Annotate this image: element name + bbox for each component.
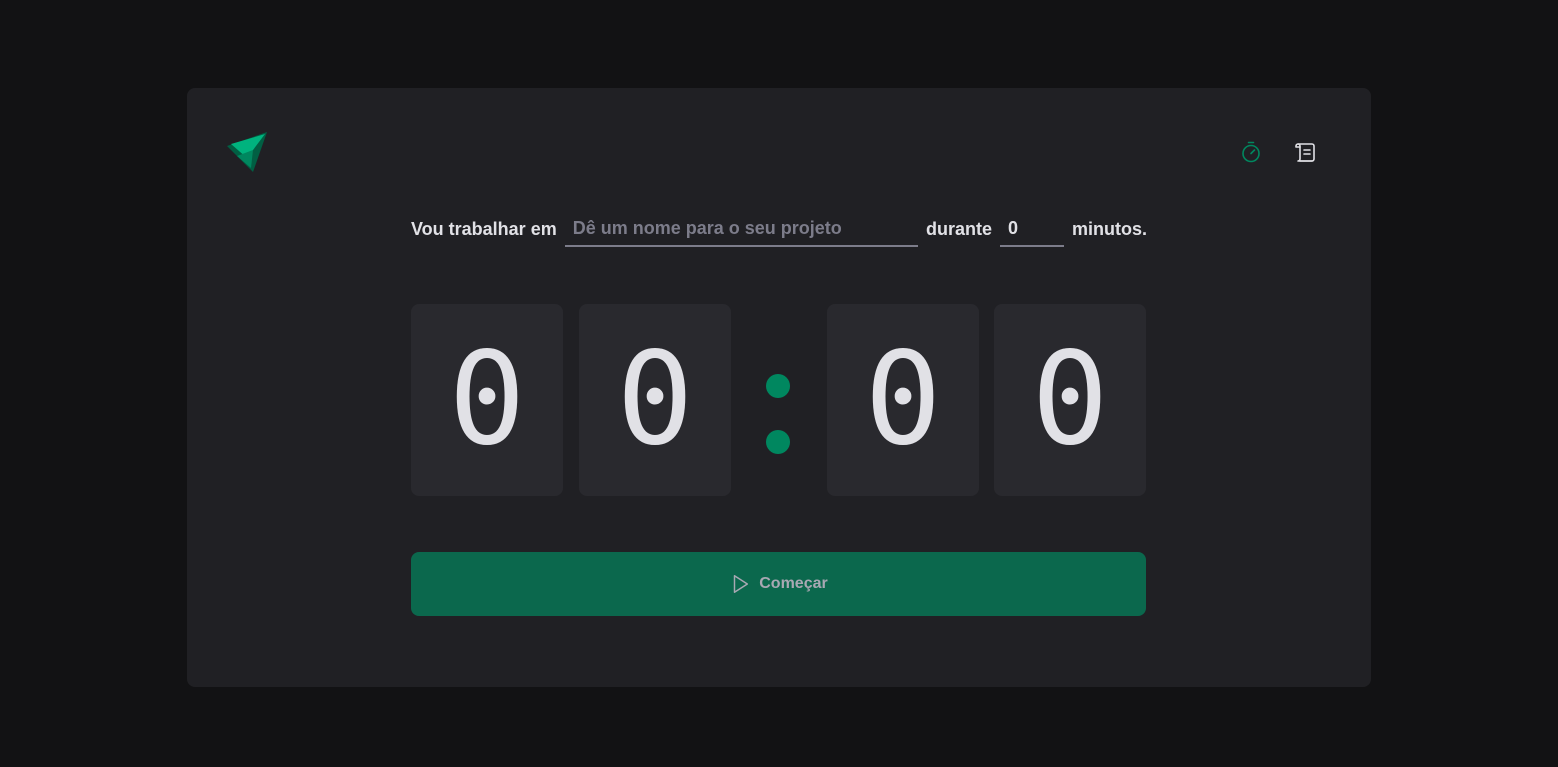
seconds-ones-digit: 0 (994, 304, 1146, 496)
countdown-separator (766, 374, 790, 454)
task-form: Vou trabalhar em durante minutos. (411, 210, 1147, 248)
play-icon (734, 575, 749, 593)
minutes-ones-digit: 0 (579, 304, 731, 496)
triangle-logo-icon (227, 132, 267, 172)
countdown: 0 0 0 0 (411, 304, 1146, 496)
task-label: Vou trabalhar em (411, 218, 557, 239)
start-button-label: Começar (759, 575, 828, 592)
minutes-tens-digit: 0 (411, 304, 563, 496)
separator-dot-top (766, 374, 790, 398)
start-button[interactable]: Começar (411, 552, 1146, 616)
minutes-label: minutos. (1072, 218, 1147, 239)
main-card: Vou trabalhar em durante minutos. 0 0 0 … (187, 88, 1371, 687)
timer-icon[interactable] (1239, 140, 1263, 164)
project-name-input[interactable] (564, 211, 918, 247)
scroll-icon[interactable] (1294, 140, 1318, 164)
separator-dot-bottom (766, 430, 790, 454)
duration-label: durante (925, 218, 992, 239)
seconds-tens-digit: 0 (827, 304, 979, 496)
minutes-input[interactable] (1000, 211, 1064, 247)
